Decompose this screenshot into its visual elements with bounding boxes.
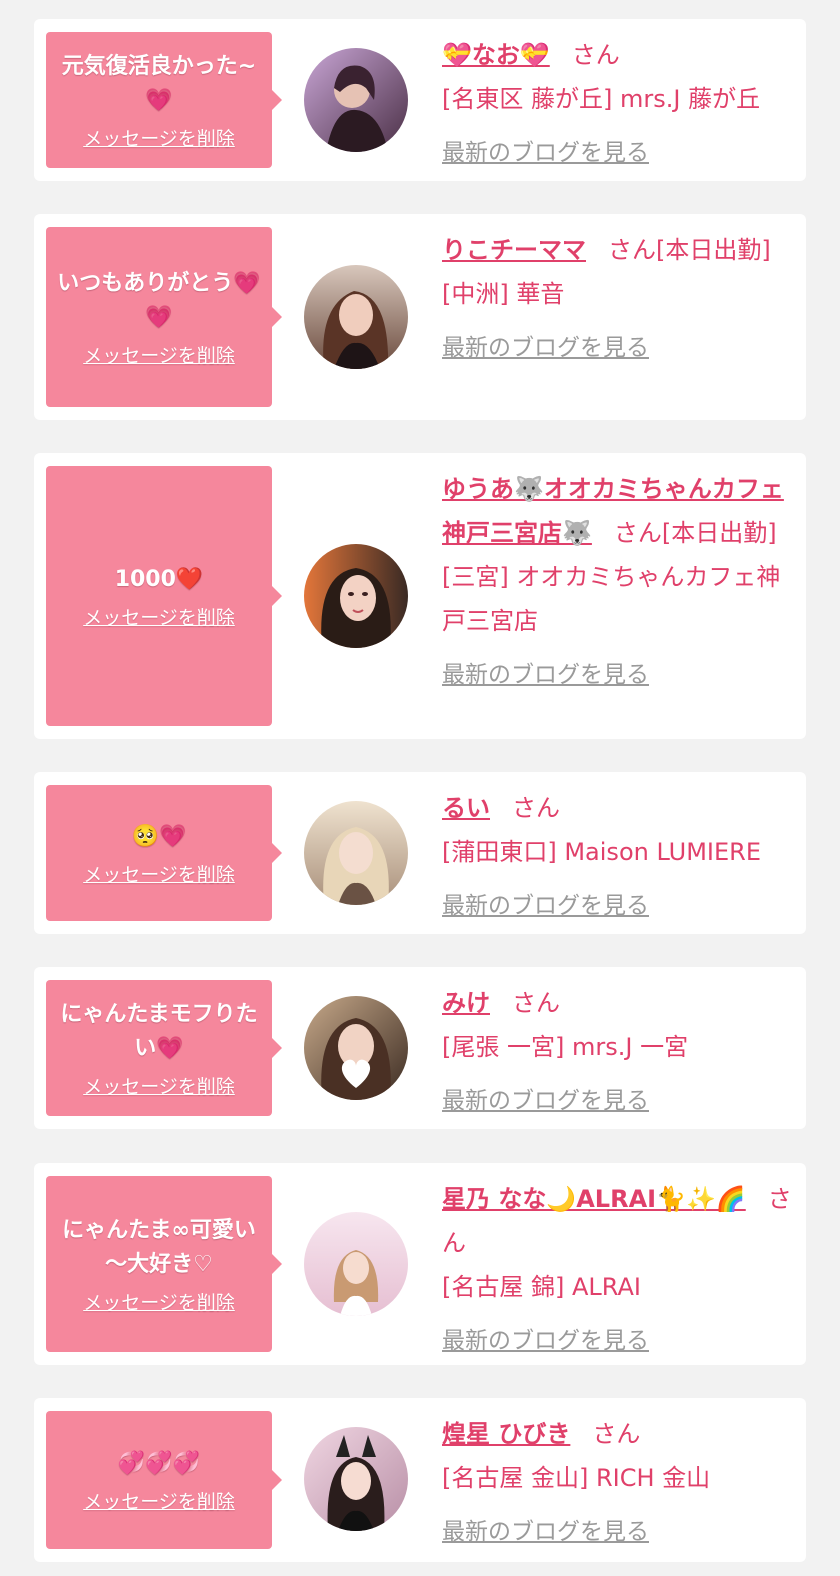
shop-info: [名東区 藤が丘] mrs.J 藤が丘 xyxy=(442,85,761,113)
avatar[interactable] xyxy=(304,544,408,648)
profile-name-link[interactable]: るい xyxy=(442,794,490,822)
latest-blog-link[interactable]: 最新のブログを見る xyxy=(442,1510,649,1554)
avatar[interactable] xyxy=(304,265,408,369)
delete-message-link[interactable]: メッセージを削除 xyxy=(83,1288,235,1315)
message-bubble: にゃんたまモフりたい💗 メッセージを削除 xyxy=(46,980,282,1116)
name-line: りこチーママ さん[本日出勤] xyxy=(442,228,796,272)
avatar-image xyxy=(304,265,408,369)
honorific: さん xyxy=(571,41,620,69)
latest-blog-link[interactable]: 最新のブログを見る xyxy=(442,131,649,175)
message-text: 💞💞💞 xyxy=(117,1450,201,1476)
avatar-image xyxy=(304,1427,408,1531)
message-list-page: 元気復活良かった~💗 メッセージを削除 💝なお💝 さん [名東区 藤が丘] mrs… xyxy=(0,0,840,1576)
message-card: 元気復活良かった~💗 メッセージを削除 💝なお💝 さん [名東区 藤が丘] mrs… xyxy=(34,19,806,181)
message-card: 🥺💗 メッセージを削除 るい さん [蒲田東口] Maison LUMIERE 最… xyxy=(34,772,806,934)
message-card: にゃんたま∞可愛い～大好き♡ メッセージを削除 星乃 なな🌙ALRAI🐈✨🌈 さん… xyxy=(34,1163,806,1365)
honorific: さん[本日出勤] xyxy=(608,236,771,264)
honorific: さん xyxy=(512,794,560,822)
name-line: 星乃 なな🌙ALRAI🐈✨🌈 さん xyxy=(442,1177,796,1265)
shop-info: [名古屋 錦] ALRAI xyxy=(442,1273,641,1301)
delete-message-link[interactable]: メッセージを削除 xyxy=(83,860,235,887)
delete-message-link[interactable]: メッセージを削除 xyxy=(83,1072,235,1099)
profile-info: るい さん [蒲田東口] Maison LUMIERE 最新のブログを見る xyxy=(442,786,796,928)
message-bubble: 🥺💗 メッセージを削除 xyxy=(46,785,282,921)
message-text: 元気復活良かった~💗 xyxy=(61,53,257,113)
message-bubble: 1000❤️ メッセージを削除 xyxy=(46,466,282,726)
avatar-image xyxy=(304,544,408,648)
message-card: 1000❤️ メッセージを削除 ゆうあ🐺オオカミちゃんカフェ神戸三宮店🐺 さん[本… xyxy=(34,453,806,739)
latest-blog-link[interactable]: 最新のブログを見る xyxy=(442,1079,649,1123)
avatar-image xyxy=(304,801,408,905)
latest-blog-link[interactable]: 最新のブログを見る xyxy=(442,884,649,928)
latest-blog-link[interactable]: 最新のブログを見る xyxy=(442,653,649,697)
profile-name-link[interactable]: りこチーママ xyxy=(442,236,586,264)
profile-name-link[interactable]: 煌星 ひびき xyxy=(442,1420,570,1448)
delete-message-link[interactable]: メッセージを削除 xyxy=(83,341,235,368)
delete-message-link[interactable]: メッセージを削除 xyxy=(83,603,235,630)
avatar[interactable] xyxy=(304,1212,408,1316)
message-card: にゃんたまモフりたい💗 メッセージを削除 みけ さん [尾張 一宮] mrs.J … xyxy=(34,967,806,1129)
avatar-image xyxy=(304,1212,408,1316)
message-text: にゃんたま∞可愛い～大好き♡ xyxy=(62,1217,256,1277)
profile-info: 💝なお💝 さん [名東区 藤が丘] mrs.J 藤が丘 最新のブログを見る xyxy=(442,33,796,175)
message-bubble: いつもありがとう💗💗 メッセージを削除 xyxy=(46,227,282,407)
name-line: ゆうあ🐺オオカミちゃんカフェ神戸三宮店🐺 さん[本日出勤] xyxy=(442,467,796,555)
message-card: いつもありがとう💗💗 メッセージを削除 りこチーママ さん[本日出勤] [中洲] … xyxy=(34,214,806,420)
name-line: 💝なお💝 さん xyxy=(442,33,796,77)
profile-name-link[interactable]: 💝なお💝 xyxy=(442,41,550,69)
message-bubble: 元気復活良かった~💗 メッセージを削除 xyxy=(46,32,282,168)
message-text: にゃんたまモフりたい💗 xyxy=(60,1001,258,1061)
delete-message-link[interactable]: メッセージを削除 xyxy=(83,124,235,151)
honorific: さん xyxy=(592,1420,641,1448)
shop-info: [尾張 一宮] mrs.J 一宮 xyxy=(442,1033,689,1061)
shop-info: [中洲] 華音 xyxy=(442,280,565,308)
latest-blog-link[interactable]: 最新のブログを見る xyxy=(442,326,649,370)
name-line: みけ さん xyxy=(442,981,796,1025)
message-text: 🥺💗 xyxy=(131,823,187,849)
profile-info: みけ さん [尾張 一宮] mrs.J 一宮 最新のブログを見る xyxy=(442,981,796,1123)
profile-info: 煌星 ひびき さん [名古屋 金山] RICH 金山 最新のブログを見る xyxy=(442,1412,796,1554)
profile-name-link[interactable]: みけ xyxy=(442,989,490,1017)
message-bubble: 💞💞💞 メッセージを削除 xyxy=(46,1411,282,1549)
shop-info: [三宮] オオカミちゃんカフェ神戸三宮店 xyxy=(442,563,781,635)
message-bubble: にゃんたま∞可愛い～大好き♡ メッセージを削除 xyxy=(46,1176,282,1352)
avatar[interactable] xyxy=(304,801,408,905)
name-line: 煌星 ひびき さん xyxy=(442,1412,796,1456)
shop-info: [名古屋 金山] RICH 金山 xyxy=(442,1464,711,1492)
profile-info: りこチーママ さん[本日出勤] [中洲] 華音 最新のブログを見る xyxy=(442,228,796,370)
shop-info: [蒲田東口] Maison LUMIERE xyxy=(442,838,761,866)
honorific: さん[本日出勤] xyxy=(613,519,777,547)
avatar[interactable] xyxy=(304,1427,408,1531)
message-card: 💞💞💞 メッセージを削除 煌星 ひびき さん [名古屋 金山] RICH 金山 最… xyxy=(34,1398,806,1562)
avatar[interactable] xyxy=(304,48,408,152)
name-line: るい さん xyxy=(442,786,796,830)
profile-name-link[interactable]: 星乃 なな🌙ALRAI🐈✨🌈 xyxy=(442,1185,746,1213)
message-text: 1000❤️ xyxy=(114,566,204,592)
latest-blog-link[interactable]: 最新のブログを見る xyxy=(442,1319,649,1363)
avatar-image xyxy=(304,48,408,152)
profile-info: ゆうあ🐺オオカミちゃんカフェ神戸三宮店🐺 さん[本日出勤] [三宮] オオカミちゃ… xyxy=(442,467,796,697)
delete-message-link[interactable]: メッセージを削除 xyxy=(83,1487,235,1514)
honorific: さん xyxy=(512,989,560,1017)
message-text: いつもありがとう💗💗 xyxy=(57,270,261,330)
avatar[interactable] xyxy=(304,996,408,1100)
avatar-image xyxy=(304,996,408,1100)
profile-info: 星乃 なな🌙ALRAI🐈✨🌈 さん [名古屋 錦] ALRAI 最新のブログを見る xyxy=(442,1177,796,1363)
